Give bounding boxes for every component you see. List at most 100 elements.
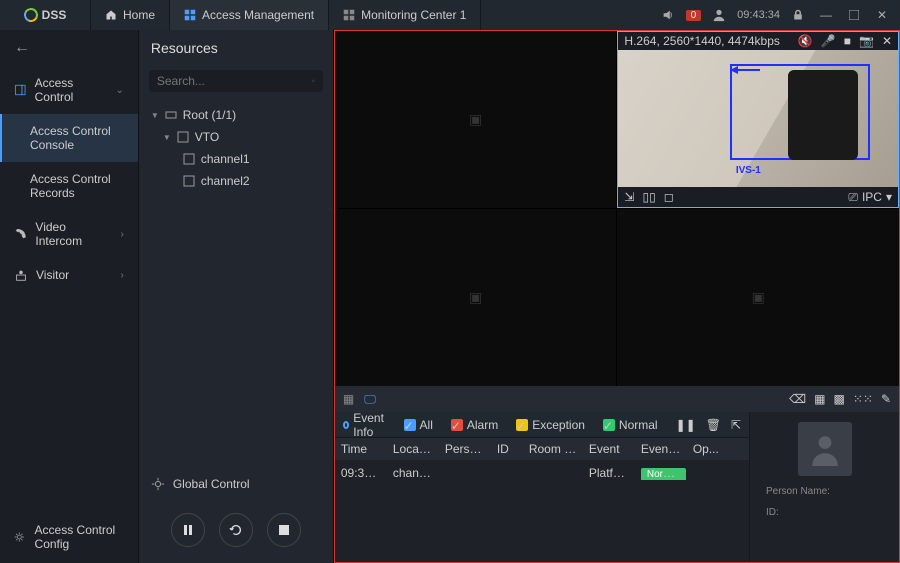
app-logo: DSS — [0, 8, 90, 22]
table-row[interactable]: 09:38:... chann... Platfor... Norm...👁 — [335, 460, 749, 486]
pause-icon[interactable]: ❚❚ — [676, 418, 696, 432]
cell-time: 09:38:... — [335, 466, 387, 480]
clear-icon[interactable]: ⌫ — [789, 392, 806, 406]
cell-location: chann... — [387, 466, 439, 480]
mic-icon[interactable]: 🎤 — [821, 34, 836, 48]
triangle-down-icon: ▼ — [151, 111, 159, 120]
sidebar-primary: ← Access Control ⌄ Access Control Consol… — [0, 30, 139, 563]
tree-label: channel1 — [201, 152, 250, 166]
stream-info: H.264, 2560*1440, 4474kbps — [624, 34, 779, 48]
main: ← Access Control ⌄ Access Control Consol… — [0, 30, 900, 563]
sidebar-item-visitor[interactable]: Visitor › — [0, 258, 138, 292]
sound-icon[interactable] — [658, 5, 678, 25]
layout-grid-icon[interactable]: ▦ — [343, 392, 354, 406]
control-circles — [139, 501, 333, 563]
export-icon[interactable]: ⇱ — [731, 418, 741, 432]
snapshot-icon[interactable]: 📷 — [859, 34, 874, 48]
global-control-label: Global Control — [173, 477, 250, 491]
tab-home[interactable]: Home — [90, 0, 169, 30]
triangle-down-icon: ▼ — [163, 133, 171, 142]
checkbox-icon: ✓ — [603, 419, 615, 431]
visitor-icon — [14, 268, 28, 282]
sidebar-item-label: Access Control Records — [30, 172, 124, 200]
maximize-icon[interactable] — [844, 5, 864, 25]
tab-monitoring-center[interactable]: Monitoring Center 1 — [328, 0, 481, 30]
col-location[interactable]: Locati... — [387, 442, 439, 456]
mute-icon[interactable]: 🔇 — [798, 34, 813, 48]
col-event[interactable]: Event — [583, 442, 635, 456]
grid-icon — [184, 9, 196, 21]
sidebar-item-access-console[interactable]: Access Control Console — [0, 114, 138, 162]
topbar: DSS Home Access Management Monitoring Ce… — [0, 0, 900, 30]
close-stream-icon[interactable]: ✕ — [882, 34, 892, 48]
video-cell-3[interactable]: ▣ — [335, 209, 617, 386]
tree-root[interactable]: ▼ Root (1/1) — [139, 104, 333, 126]
access-control-config[interactable]: Access Control Config — [0, 511, 138, 563]
live-bottom-bar: ⇲ ▯▯ ◻ ⎚ IPC ▾ — [618, 187, 898, 207]
tree-label: channel2 — [201, 174, 250, 188]
ptz-icon[interactable]: ⇲ — [624, 190, 634, 204]
stop-icon[interactable]: ◻ — [664, 190, 674, 204]
col-room[interactable]: Room No. — [523, 442, 583, 456]
monitor-icon[interactable]: 🖵 — [364, 392, 376, 407]
tree-node-vto[interactable]: ▼ VTO — [139, 126, 333, 148]
sidebar-item-access-records[interactable]: Access Control Records — [0, 162, 138, 210]
control-btn-3[interactable] — [267, 513, 301, 547]
sidebar-resources: Resources ▼ Root (1/1) ▼ VTO channel1 — [139, 30, 334, 563]
view-large-icon[interactable]: ▦ — [814, 392, 825, 406]
tab-access-management[interactable]: Access Management — [169, 0, 328, 30]
col-time[interactable]: Time — [335, 442, 387, 456]
search-icon — [312, 74, 315, 88]
trash-icon[interactable]: 🗑 — [706, 418, 721, 432]
logo-mark-icon — [22, 6, 40, 24]
filter-all[interactable]: ✓All — [404, 418, 433, 432]
filter-exception[interactable]: ✓Exception — [516, 418, 585, 432]
filter-normal[interactable]: ✓Normal — [603, 418, 658, 432]
camera-placeholder-icon: ▣ — [469, 111, 482, 128]
tree-leaf-channel1[interactable]: channel1 — [139, 148, 333, 170]
global-control[interactable]: Global Control — [139, 467, 333, 501]
filter-alarm[interactable]: ✓Alarm — [451, 418, 498, 432]
topbar-right: 0 09:43:34 — ✕ — [658, 5, 900, 25]
view-medium-icon[interactable]: ▩ — [833, 392, 844, 406]
sidebar-item-video-intercom[interactable]: Video Intercom › — [0, 210, 138, 258]
gear-icon — [151, 477, 165, 491]
split-icon[interactable]: ▯▯ — [642, 190, 655, 204]
dot-icon — [343, 421, 349, 429]
search-input[interactable] — [157, 74, 312, 88]
camera-placeholder-icon: ▣ — [469, 289, 482, 306]
video-cell-4[interactable]: ▣ — [617, 209, 899, 386]
user-icon[interactable] — [709, 5, 729, 25]
id-label: ID: — [766, 507, 779, 518]
control-btn-1[interactable] — [171, 513, 205, 547]
close-icon[interactable]: ✕ — [872, 5, 892, 25]
chevron-down-icon[interactable]: ▾ — [886, 190, 892, 204]
minimize-icon[interactable]: — — [816, 5, 836, 25]
alarm-count-badge[interactable]: 0 — [686, 10, 702, 21]
gear-icon — [14, 530, 25, 544]
search-input-wrapper[interactable] — [149, 70, 323, 92]
edit-icon[interactable]: ✎ — [881, 392, 891, 406]
video-cell-live[interactable]: H.264, 2560*1440, 4474kbps 🔇 🎤 ■ 📷 ✕ IVS… — [617, 31, 899, 208]
back-button[interactable]: ← — [0, 30, 138, 66]
live-feed[interactable]: IVS-1 — [618, 50, 898, 187]
video-cell-1[interactable]: ▣ — [335, 31, 617, 208]
avatar — [798, 422, 852, 476]
lock-icon[interactable] — [788, 5, 808, 25]
clock-time: 09:43:34 — [737, 9, 780, 21]
arrow-icon — [730, 64, 760, 76]
sidebar-item-access-control[interactable]: Access Control ⌄ — [0, 66, 138, 114]
events-panel: Event Info ✓All ✓Alarm ✓Exception ✓Norma… — [335, 412, 899, 562]
sidebar-item-label: Access Control — [35, 76, 108, 104]
control-btn-refresh[interactable] — [219, 513, 253, 547]
source-label: IPC — [862, 190, 882, 204]
record-icon[interactable]: ■ — [844, 34, 851, 48]
col-person[interactable]: Perso... — [439, 442, 491, 456]
col-operation[interactable]: Op... — [687, 442, 731, 456]
status-badge: Norm... — [641, 468, 686, 480]
col-id[interactable]: ID — [491, 442, 523, 456]
live-top-bar: H.264, 2560*1440, 4474kbps 🔇 🎤 ■ 📷 ✕ — [618, 32, 898, 50]
tree-leaf-channel2[interactable]: channel2 — [139, 170, 333, 192]
col-event-name[interactable]: Event ... — [635, 442, 687, 456]
view-small-icon[interactable]: ⁙⁙ — [853, 392, 873, 406]
